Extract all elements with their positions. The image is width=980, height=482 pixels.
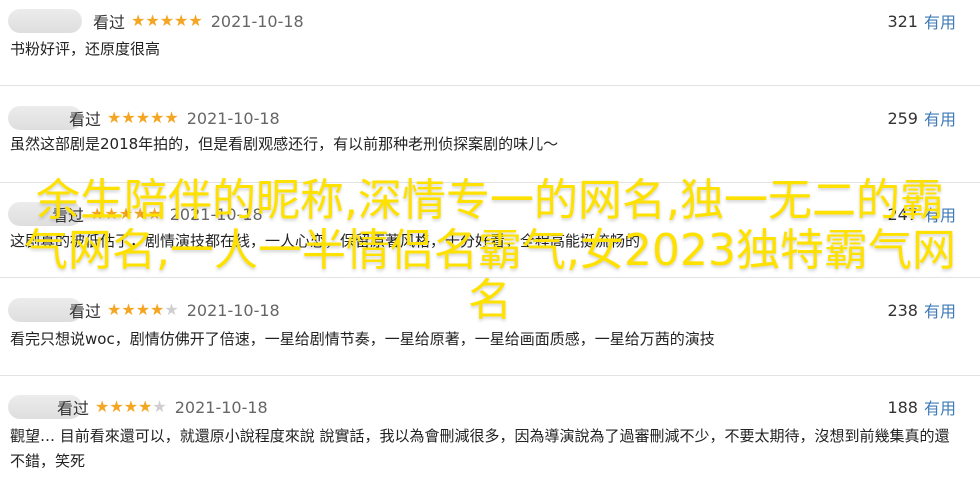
useful-count: 188: [887, 397, 918, 417]
vote-area: 188 有用: [887, 395, 956, 419]
star-icon: ★: [164, 108, 178, 127]
star-icon: ★: [107, 108, 121, 127]
star-rating: ★ ★ ★ ★ ★: [95, 399, 167, 415]
useful-count: 321: [887, 11, 918, 31]
star-icon: ★: [121, 300, 135, 319]
review-meta: 看过 ★ ★ ★ ★ ★ 2021-10-18: [93, 9, 304, 33]
review-date: 2021-10-18: [174, 397, 268, 417]
review-date: 2021-10-18: [186, 108, 280, 128]
star-icon: ★: [147, 204, 161, 223]
star-icon: ★: [152, 397, 166, 416]
star-icon: ★: [150, 300, 164, 319]
star-icon: ★: [133, 204, 147, 223]
star-icon: ★: [123, 397, 138, 416]
review-date: 2021-10-18: [186, 300, 280, 320]
star-icon: ★: [107, 300, 121, 319]
watch-status: 看过: [93, 13, 126, 32]
star-rating: ★ ★ ★ ★ ★: [131, 13, 203, 29]
avatar: [8, 9, 82, 33]
review-date: 2021-10-18: [210, 11, 304, 31]
star-rating: ★ ★ ★ ★ ★: [107, 110, 179, 126]
review-meta: 看过 ★ ★ ★ ★ ★ 2021-10-18: [57, 395, 268, 419]
review-date: 2021-10-18: [169, 204, 263, 224]
useful-button[interactable]: 有用: [924, 106, 956, 130]
star-icon: ★: [164, 300, 178, 319]
watch-status: 看过: [57, 399, 90, 418]
divider: [0, 85, 980, 86]
review-text: 看完只想说woc，剧情仿佛开了倍速，一星给剧情节奏，一星给原著，一星给画面质感，…: [10, 330, 715, 348]
star-icon: ★: [131, 11, 145, 30]
review-meta: 看过 ★ ★ ★ ★ ★ 2021-10-18: [69, 298, 280, 322]
review-text: 书粉好评，还原度很高: [10, 40, 161, 58]
star-icon: ★: [174, 11, 188, 30]
useful-button[interactable]: 有用: [924, 298, 956, 322]
vote-area: 247 有用: [887, 202, 956, 226]
star-icon: ★: [135, 300, 150, 319]
star-icon: ★: [121, 108, 135, 127]
star-icon: ★: [95, 397, 109, 416]
divider: [0, 277, 980, 278]
star-icon: ★: [109, 397, 123, 416]
vote-area: 238 有用: [887, 298, 956, 322]
vote-area: 259 有用: [887, 106, 956, 130]
review-text: 这剧真的被低估了，剧情演技都在线，一人心恋，保留原著风格，十分好看，全程高能挺流…: [10, 232, 641, 250]
divider: [0, 182, 980, 183]
useful-count: 247: [887, 204, 918, 224]
review-text: 觀望… 目前看來還可以，就還原小說程度來說 說實話，我以為會刪減很多，因為導演說…: [10, 427, 950, 470]
useful-count: 259: [887, 108, 918, 128]
star-icon: ★: [90, 204, 104, 223]
star-icon: ★: [150, 108, 164, 127]
star-icon: ★: [188, 11, 202, 30]
useful-button[interactable]: 有用: [924, 9, 956, 33]
review-meta: 看过 ★ ★ ★ ★ ★ 2021-10-18: [52, 202, 263, 226]
star-rating: ★ ★ ★ ★ ★: [90, 206, 162, 222]
star-rating: ★ ★ ★ ★ ★: [107, 302, 179, 318]
watch-status: 看过: [69, 110, 102, 129]
star-icon: ★: [159, 11, 174, 30]
vote-area: 321 有用: [887, 9, 956, 33]
star-icon: ★: [104, 204, 118, 223]
useful-button[interactable]: 有用: [924, 202, 956, 226]
watch-status: 看过: [69, 302, 102, 321]
star-icon: ★: [145, 11, 159, 30]
watch-status: 看过: [52, 206, 85, 225]
divider: [0, 375, 980, 376]
star-icon: ★: [138, 397, 152, 416]
useful-button[interactable]: 有用: [924, 395, 956, 419]
review-meta: 看过 ★ ★ ★ ★ ★ 2021-10-18: [69, 106, 280, 130]
star-icon: ★: [118, 204, 133, 223]
review-text: 虽然这部剧是2018年拍的，但是看剧观感还行，有以前那种老刑侦探案剧的味儿～: [10, 135, 559, 153]
star-icon: ★: [135, 108, 150, 127]
useful-count: 238: [887, 300, 918, 320]
review-list: 看过 ★ ★ ★ ★ ★ 2021-10-18 321 有用 书粉好评，还原度很…: [0, 0, 980, 482]
